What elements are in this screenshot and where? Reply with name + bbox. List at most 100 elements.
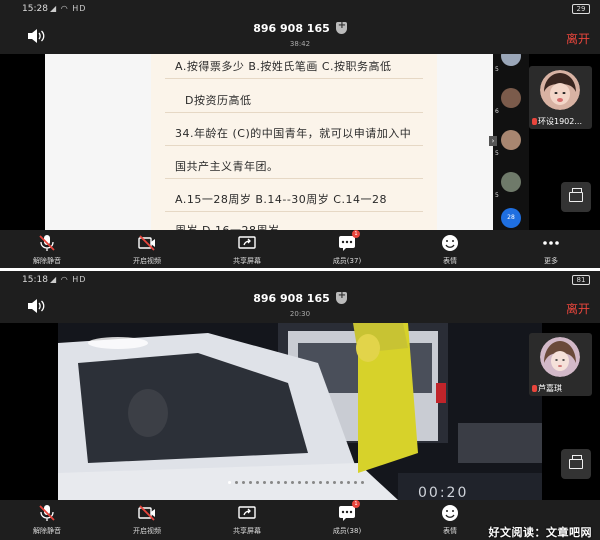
emoji-label: 表情 xyxy=(443,257,457,265)
start-video-label: 开启视频 xyxy=(133,527,161,535)
members-button[interactable]: 1 成员(38) xyxy=(312,500,382,538)
doc-divider xyxy=(165,211,423,212)
page-indicator-dot xyxy=(256,481,259,484)
mic-muted-icon xyxy=(532,385,537,392)
participant-thumb[interactable] xyxy=(501,130,521,150)
meeting-toolbar: 解除静音 开启视频 共享屏幕 1 成员(37) 表情 更多 xyxy=(0,230,600,268)
chevron-right-icon[interactable]: › xyxy=(489,136,497,146)
meeting-id[interactable]: 896 908 165 xyxy=(0,290,600,305)
unmute-button[interactable]: 解除静音 xyxy=(12,500,82,538)
self-video-tile[interactable]: 芦嘉琪 xyxy=(529,333,592,396)
unmute-label: 解除静音 xyxy=(33,527,61,535)
participant-thumb[interactable] xyxy=(501,54,521,66)
meeting-id-text: 896 908 165 xyxy=(253,22,330,35)
members-badge: 1 xyxy=(352,500,360,508)
doc-line: 周岁 D.16一28周岁 xyxy=(175,222,279,230)
video-stage: 00:20 芦嘉琪 xyxy=(0,323,600,500)
page-indicator-dot xyxy=(305,481,308,484)
layout-switch-icon xyxy=(569,455,583,469)
participant-count-thumb[interactable]: 28 xyxy=(501,208,521,228)
emoji-button[interactable]: 表情 xyxy=(415,500,485,538)
meeting-screen-1: 15:28 ◢ ◠ HD 29 896 908 165 38:42 离开 A.按… xyxy=(0,0,600,268)
page-indicator-dot xyxy=(235,481,238,484)
meeting-id[interactable]: 896 908 165 xyxy=(0,20,600,35)
doc-divider xyxy=(165,178,423,179)
emoji-button[interactable]: 表情 xyxy=(415,230,485,268)
start-video-button[interactable]: 开启视频 xyxy=(112,230,182,268)
doc-line: A.15一28周岁 B.14--30周岁 C.14一28 xyxy=(175,193,387,206)
video-off-icon xyxy=(138,505,155,521)
leave-button[interactable]: 离开 xyxy=(566,30,590,47)
participant-thumbnails[interactable]: › 5 6 5 5 28 xyxy=(489,54,529,230)
share-screen-button[interactable]: 共享屏幕 xyxy=(212,500,282,538)
battery-icon: 29 xyxy=(572,4,590,14)
self-name-label: 芦嘉琪 xyxy=(532,383,562,394)
status-bar: 15:28 ◢ ◠ HD 29 xyxy=(0,0,600,18)
shared-document[interactable]: A.按得票多少 B.按姓氏笔画 C.按职务高低 D按资历高低 34.年龄在 (C… xyxy=(45,54,493,230)
emoji-label: 表情 xyxy=(443,527,457,535)
page-indicator-dot xyxy=(284,481,287,484)
page-indicator-dot xyxy=(270,481,273,484)
share-screen-label: 共享屏幕 xyxy=(233,257,261,265)
switch-layout-button[interactable] xyxy=(561,449,591,479)
page-indicator-dot xyxy=(347,481,350,484)
members-label: 成员(37) xyxy=(332,257,362,265)
mic-muted-icon xyxy=(532,118,537,125)
page-indicator-dot xyxy=(312,481,315,484)
participant-thumb-label: 6 xyxy=(495,108,499,115)
page-indicator-dot xyxy=(291,481,294,484)
share-screen-label: 共享屏幕 xyxy=(233,527,261,535)
unmute-button[interactable]: 解除静音 xyxy=(12,230,82,268)
switch-layout-button[interactable] xyxy=(561,182,591,212)
doc-line: 34.年龄在 (C)的中国青年，就可以申请加入中 xyxy=(175,127,412,140)
meeting-id-text: 896 908 165 xyxy=(253,292,330,305)
status-time: 15:28 xyxy=(22,4,48,14)
avatar xyxy=(540,70,580,110)
page-indicator-dot xyxy=(298,481,301,484)
participant-thumb-label: 5 xyxy=(495,192,499,199)
emoji-icon xyxy=(442,505,458,521)
page-indicator-dot xyxy=(361,481,364,484)
page-indicator-dot xyxy=(340,481,343,484)
members-button[interactable]: 1 成员(37) xyxy=(312,230,382,268)
page-indicator-dot xyxy=(333,481,336,484)
self-video-tile[interactable]: 环设1902... xyxy=(529,66,592,129)
page-indicator-dot xyxy=(242,481,245,484)
page-indicator-dot xyxy=(263,481,266,484)
start-video-button[interactable]: 开启视频 xyxy=(112,500,182,538)
status-time: 15:18 xyxy=(22,275,48,285)
page-indicator-dot xyxy=(249,481,252,484)
participant-thumb-label: 5 xyxy=(495,150,499,157)
share-screen-button[interactable]: 共享屏幕 xyxy=(212,230,282,268)
video-overlay-text: 00:20 xyxy=(418,485,469,500)
share-screen-icon xyxy=(238,506,256,519)
doc-divider xyxy=(165,78,423,79)
page-indicator-dot xyxy=(277,481,280,484)
share-screen-icon xyxy=(238,236,256,249)
signal-icon: ◢ ◠ HD xyxy=(50,275,87,284)
leave-button[interactable]: 离开 xyxy=(566,300,590,317)
meeting-screen-2: 15:18 ◢ ◠ HD 81 896 908 165 20:30 离开 xyxy=(0,271,600,540)
doc-line: D按资历高低 xyxy=(185,94,252,107)
participant-thumb[interactable] xyxy=(501,172,521,192)
unmute-label: 解除静音 xyxy=(33,257,61,265)
page-indicator-dot xyxy=(326,481,329,484)
more-icon xyxy=(543,241,559,245)
layout-switch-icon xyxy=(569,188,583,202)
self-name: 环设1902... xyxy=(538,117,582,126)
signal-icon: ◢ ◠ HD xyxy=(50,4,87,13)
mic-muted-icon xyxy=(39,235,55,251)
shield-icon xyxy=(335,20,347,34)
participant-thumb[interactable] xyxy=(501,88,521,108)
self-name-label: 环设1902... xyxy=(532,116,582,127)
page-indicator-dot xyxy=(319,481,322,484)
avatar xyxy=(540,337,580,377)
status-bar: 15:18 ◢ ◠ HD 81 xyxy=(0,271,600,289)
doc-line: A.按得票多少 B.按姓氏笔画 C.按职务高低 xyxy=(175,60,392,73)
members-badge: 1 xyxy=(352,230,360,238)
battery-icon: 81 xyxy=(572,275,590,285)
more-button[interactable]: 更多 xyxy=(516,230,586,268)
members-label: 成员(38) xyxy=(332,527,362,535)
more-label: 更多 xyxy=(544,257,558,265)
page-indicator xyxy=(228,469,368,484)
